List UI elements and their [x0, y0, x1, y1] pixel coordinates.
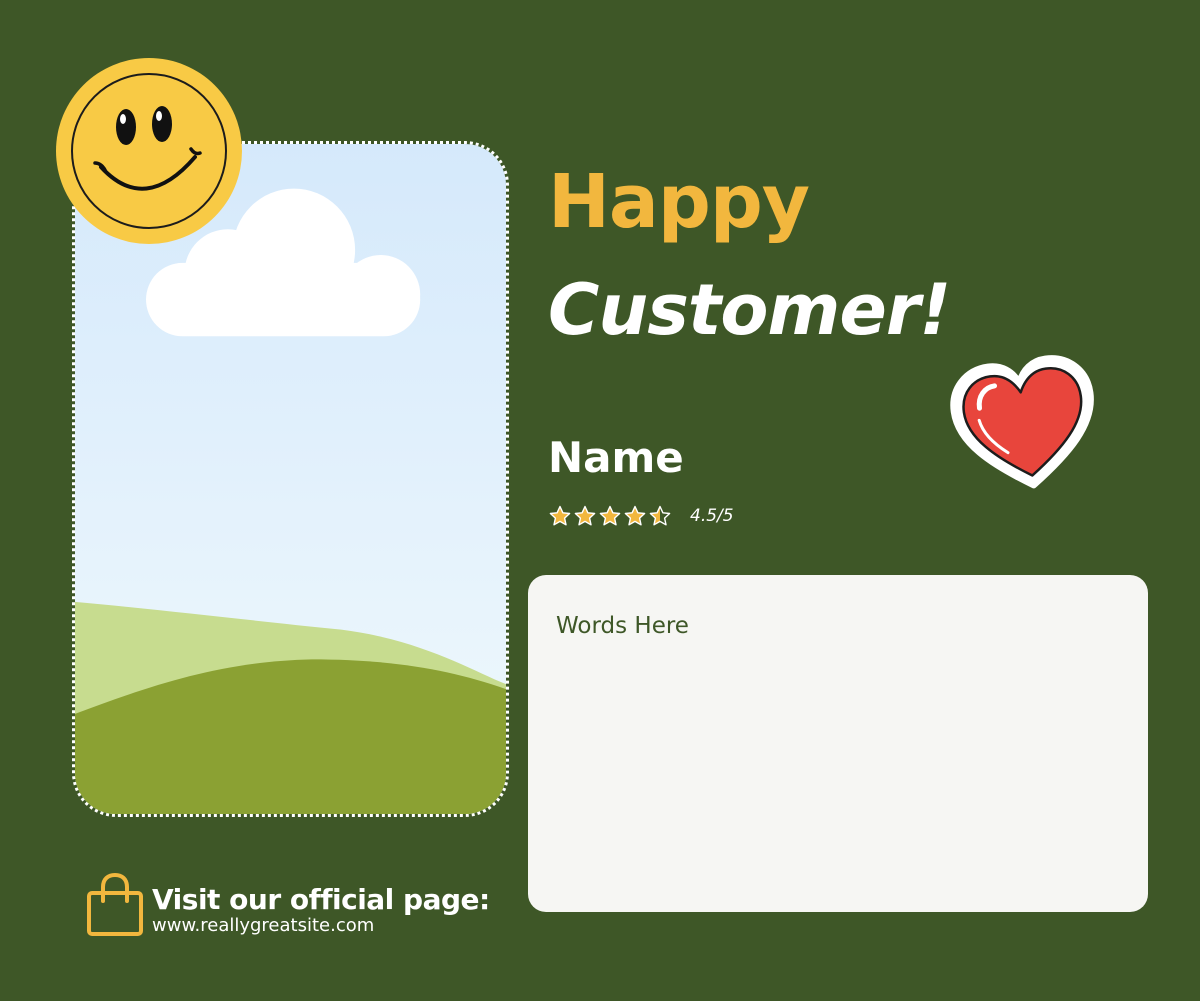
star-full-icon [549, 505, 571, 526]
review-card: Words Here [528, 575, 1148, 912]
star-full-icon [599, 505, 621, 526]
testimonial-page: { "header": { "title_line1": "Happy", "t… [0, 0, 1200, 1001]
star-rating [549, 505, 674, 527]
star-full-icon [624, 505, 646, 526]
rating: 4.5/5 [549, 502, 734, 530]
star-half-icon [649, 505, 671, 526]
shopping-bag-icon [86, 873, 144, 937]
star-full-icon [574, 505, 596, 526]
rating-text: 4.5/5 [690, 506, 734, 526]
customer-name: Name [548, 433, 684, 482]
title-line-2: Customer! [548, 269, 951, 351]
footer-url-link[interactable]: www.reallygreatsite.com [152, 914, 374, 938]
heart-icon [946, 350, 1104, 496]
review-text: Words Here [556, 613, 689, 639]
title-line-1: Happy [548, 159, 810, 245]
smiley-face-icon [55, 57, 243, 245]
